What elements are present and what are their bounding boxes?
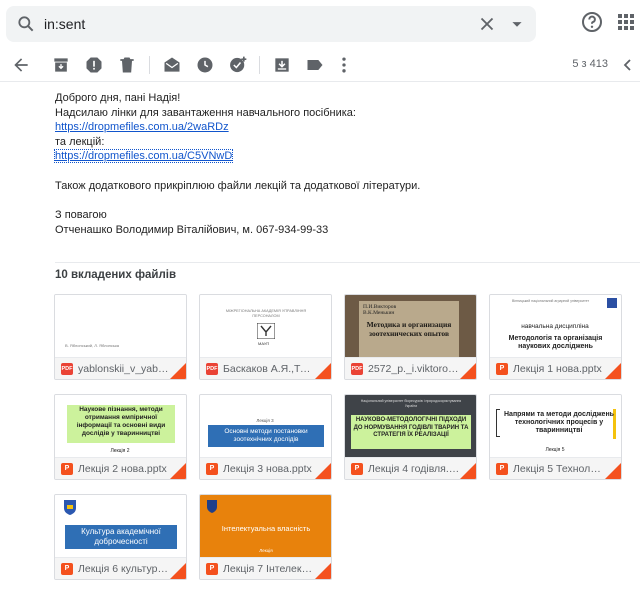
attachment-thumbnail: Основні методи постановки зоотехнічних д… (200, 395, 331, 457)
signature-line: З повагою (55, 209, 107, 221)
attachment-filename: Лекція 1 нова.pptx (513, 363, 602, 375)
file-corner-icon (605, 363, 621, 379)
pdf-file-icon: PDF (351, 363, 363, 375)
delete-icon[interactable] (117, 55, 137, 75)
attachment-filename: Лекція 3 нова.pptx (223, 463, 312, 475)
download-link-textbook[interactable]: https://dropmefiles.com.ua/2waRDz (55, 121, 229, 133)
mark-unread-icon[interactable] (162, 55, 182, 75)
file-corner-icon (460, 363, 476, 379)
slides-file-icon: P (496, 363, 508, 375)
attachment-thumbnail: В. Яблонський, Л. Яблонська (55, 295, 186, 357)
snooze-clock-icon[interactable] (195, 55, 215, 75)
attachment-thumbnail: Культура академічної доброчесності (55, 495, 186, 557)
slides-file-icon: P (496, 463, 508, 475)
attachments-title: 10 вкладених файлів (55, 269, 177, 281)
attachment-filename: 2572_p._i.viktorov_… (368, 363, 460, 375)
apps-grid-icon[interactable] (616, 12, 636, 32)
pdf-file-icon: PDF (61, 363, 73, 375)
attachment-thumbnail: Інтелектуальна власність Лекція (200, 495, 331, 557)
search-bar (6, 6, 536, 42)
report-spam-icon[interactable] (84, 55, 104, 75)
slides-file-icon: P (206, 563, 218, 575)
search-icon[interactable] (16, 14, 36, 34)
pager-count: 5 з 413 (572, 58, 608, 70)
slides-file-icon: P (61, 563, 73, 575)
attachment-thumbnail: Наукове пізнання, методи отримання емпір… (55, 395, 186, 457)
back-arrow-icon[interactable] (11, 55, 31, 75)
attachment-filename: Лекція 6 культура … (78, 563, 170, 575)
file-corner-icon (605, 463, 621, 479)
label-icon[interactable] (305, 55, 325, 75)
attachment-filename: Лекція 5 Технологі… (513, 463, 605, 475)
attachment-card[interactable]: Основні методи постановки зоотехнічних д… (199, 394, 332, 480)
attachment-thumbnail: МІЖРЕГІОНАЛЬНА АКАДЕМІЯ УПРАВЛІННЯ ПЕРСО… (200, 295, 331, 357)
attachment-filename: Лекція 4 годівля.p… (368, 463, 460, 475)
pdf-file-icon: PDF (206, 363, 218, 375)
more-options-icon[interactable] (334, 55, 354, 75)
signature-line: Отченашко Володимир Віталійович, м. 067-… (55, 223, 329, 236)
slides-file-icon: P (61, 463, 73, 475)
slides-file-icon: P (206, 463, 218, 475)
file-corner-icon (315, 363, 331, 379)
university-emblem-icon (64, 500, 76, 515)
clear-search-icon[interactable] (476, 13, 498, 35)
file-corner-icon (170, 463, 186, 479)
attachment-card[interactable]: МІЖРЕГІОНАЛЬНА АКАДЕМІЯ УПРАВЛІННЯ ПЕРСО… (199, 294, 332, 380)
message-body: Доброго дня, пані Надія! Надсилаю лінки … (53, 91, 615, 237)
attachment-filename: Лекція 7 Інтелект… (223, 563, 315, 575)
help-icon[interactable] (580, 10, 604, 34)
attachment-card[interactable]: П.И.Викторов В.К.Менькин Методика и орга… (344, 294, 477, 380)
attachment-thumbnail: П.И.Викторов В.К.Менькин Методика и орга… (345, 295, 476, 357)
attachment-card[interactable]: Інтелектуальна власність Лекція P Лекція… (199, 494, 332, 580)
file-corner-icon (460, 463, 476, 479)
slides-file-icon: P (351, 463, 363, 475)
attachment-filename: Баскаков А.Я.,Тул… (223, 363, 315, 375)
body-line: Надсилаю лінки для завантаження навчальн… (55, 106, 356, 119)
chevron-left-icon[interactable] (620, 57, 636, 73)
attachment-card[interactable]: Національний університет біоресурсів і п… (344, 394, 477, 480)
greeting-text: Доброго дня, пані Надія! (55, 92, 181, 104)
search-input[interactable] (44, 13, 464, 35)
attachment-card[interactable]: В. Яблонський, Л. Яблонська PDF yablonsk… (54, 294, 187, 380)
attachment-thumbnail: Національний університет біоресурсів і п… (345, 395, 476, 457)
attachment-filename: yablonskii_v_yablo… (78, 363, 170, 375)
toolbar-separator (259, 56, 260, 74)
attachment-filename: Лекція 2 нова.pptx (78, 463, 167, 475)
file-corner-icon (170, 563, 186, 579)
attachment-card[interactable]: Вінницький національний аграрний універс… (489, 294, 622, 380)
search-options-icon[interactable] (506, 13, 528, 35)
publisher-logo-icon (257, 323, 275, 339)
move-to-icon[interactable] (272, 55, 292, 75)
file-corner-icon (315, 563, 331, 579)
archive-icon[interactable] (51, 55, 71, 75)
message-toolbar: 5 з 413 (0, 48, 640, 82)
attachment-card[interactable]: Напрями та методи досліджень технологічн… (489, 394, 622, 480)
body-line: та лекцій: (55, 135, 105, 148)
toolbar-separator (149, 56, 150, 74)
add-task-icon[interactable] (228, 55, 248, 75)
attachment-thumbnail: Напрями та методи досліджень технологічн… (490, 395, 621, 457)
file-corner-icon (315, 463, 331, 479)
university-emblem-icon (207, 500, 217, 513)
attachment-card[interactable]: Наукове пізнання, методи отримання емпір… (54, 394, 187, 480)
body-line: Також додаткового прикріплюю файли лекці… (55, 179, 421, 192)
download-link-lectures[interactable]: https://dropmefiles.com.ua/C5VNwD (53, 149, 234, 163)
attachment-card[interactable]: Культура академічної доброчесності P Лек… (54, 494, 187, 580)
file-corner-icon (170, 363, 186, 379)
university-logo-icon (607, 298, 617, 308)
attachments-divider (55, 262, 640, 263)
attachment-thumbnail: Вінницький національний аграрний універс… (490, 295, 621, 357)
